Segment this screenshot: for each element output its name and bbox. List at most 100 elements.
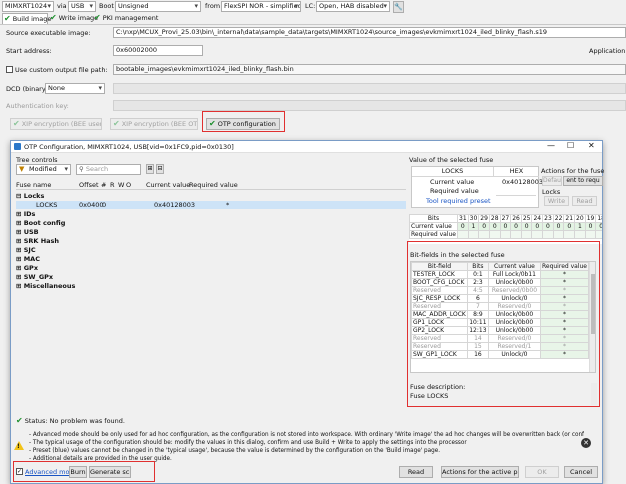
xip-encryption-otpmk-button[interactable]: ✔XIP encryption (BEE OTPMK) xyxy=(110,118,198,130)
bitfield-row[interactable]: Reserved 4:5 Reserved/0b00 * xyxy=(411,286,590,295)
minimize-icon[interactable]: — xyxy=(547,141,555,151)
generate-script-button[interactable]: Generate script xyxy=(89,466,131,478)
col-required-value[interactable]: Required value xyxy=(189,180,238,190)
bitfield-required[interactable]: * xyxy=(539,270,590,279)
bf-col-bits[interactable]: Bits xyxy=(466,262,489,271)
actions-active-page-button[interactable]: Actions for the active page xyxy=(441,466,519,478)
read-button[interactable]: Read xyxy=(572,196,597,206)
bitfield-row[interactable]: SW_GP1_LOCK 16 Unlock/0 * xyxy=(411,350,590,359)
boot-memory-select[interactable]: FlexSPI NOR - simplified xyxy=(221,1,301,12)
bitfield-row[interactable]: MAC_ADDR_LOCK 8:9 Unlock/0b00 * xyxy=(411,310,590,319)
bitfield-required[interactable]: * xyxy=(539,278,590,287)
filter-select[interactable]: ▼ Modified xyxy=(16,164,71,175)
bit-required-value[interactable] xyxy=(542,230,554,239)
expand-icon[interactable]: ⊞ xyxy=(16,282,21,290)
bit-required-value[interactable] xyxy=(510,230,522,239)
tree-group-mac[interactable]: ⊞ MAC xyxy=(16,255,40,263)
expand-icon[interactable]: ⊞ xyxy=(16,255,21,263)
tab-pki-management[interactable]: ✔ PKI management xyxy=(94,13,158,24)
cancel-button[interactable]: Cancel xyxy=(564,466,598,478)
xip-encryption-user-keys-button[interactable]: ✔XIP encryption (BEE user keys) xyxy=(10,118,102,130)
bitfield-row[interactable]: BOOT_CFG_LOCK 2:3 Unlock/0b00 * xyxy=(411,278,590,287)
expand-all-icon[interactable]: ⊞ xyxy=(146,164,154,174)
bitfield-required[interactable]: * xyxy=(539,350,590,359)
bitfield-required[interactable]: * xyxy=(539,286,590,295)
bit-required-value[interactable] xyxy=(457,230,469,239)
tree-group-sjc[interactable]: ⊞ SJC xyxy=(16,246,36,254)
burn-button[interactable]: Burn xyxy=(69,466,87,478)
bit-required-value[interactable] xyxy=(595,230,602,239)
custom-output-input[interactable]: bootable_images\evkmimxrt1024_iled_blink… xyxy=(113,64,626,75)
expand-icon[interactable]: ⊞ xyxy=(16,264,21,272)
bitfield-row[interactable]: SJC_RESP_LOCK 6 Unlock/0 * xyxy=(411,294,590,303)
otp-configuration-button[interactable]: ✔ OTP configuration xyxy=(206,118,280,130)
bitfields-scrollbar[interactable] xyxy=(589,262,595,372)
maximize-icon[interactable]: ☐ xyxy=(567,141,574,151)
collapse-all-icon[interactable]: ⊟ xyxy=(156,164,164,174)
wrench-icon[interactable]: 🔧 xyxy=(393,1,404,13)
bit-required-value[interactable] xyxy=(478,230,490,239)
source-image-input[interactable]: C:\nxp\MCUX_Provi_25.03\bin\_internal\da… xyxy=(113,27,626,38)
bitfield-row[interactable]: Reserved 15 Reserved/1 * xyxy=(411,342,590,351)
boot-type-select[interactable]: Unsigned xyxy=(115,1,201,12)
col-current-value[interactable]: Current value xyxy=(146,180,190,190)
tree-group-usb[interactable]: ⊞ USB xyxy=(16,228,39,236)
set-to-required-button[interactable]: ent to requ xyxy=(563,176,603,186)
bitfield-required[interactable]: * xyxy=(539,302,590,311)
bitfield-row[interactable]: GP2_LOCK 12:13 Unlock/0b00 * xyxy=(411,326,590,335)
bit-required-value[interactable] xyxy=(574,230,586,239)
col-write[interactable]: W xyxy=(118,180,124,190)
tree-group-boot-config[interactable]: ⊞ Boot config xyxy=(16,219,65,227)
expand-icon[interactable]: ⊞ xyxy=(16,228,21,236)
bitfield-row[interactable]: Reserved 14 Reserved/0 * xyxy=(411,334,590,343)
start-address-input[interactable]: 0x60002000 xyxy=(113,45,203,56)
expand-icon[interactable]: ⊞ xyxy=(16,210,21,218)
expand-icon[interactable]: ⊞ xyxy=(16,219,21,227)
tab-build-image[interactable]: ✔ Build image xyxy=(2,13,51,24)
tree-group-locks[interactable]: ⊟ Locks xyxy=(16,192,44,200)
required-value-input[interactable] xyxy=(496,187,536,196)
collapse-icon[interactable]: ⊟ xyxy=(16,192,21,200)
write-button[interactable]: Write xyxy=(544,196,569,206)
col-o[interactable]: O xyxy=(126,180,131,190)
bit-required-value[interactable] xyxy=(563,230,576,239)
bit-required-value[interactable] xyxy=(520,230,533,239)
expand-icon[interactable]: ⊞ xyxy=(16,246,21,254)
bf-col-required[interactable]: Required value xyxy=(539,262,590,271)
tree-group-miscellaneous[interactable]: ⊞ Miscellaneous xyxy=(16,282,75,290)
description-scrollbar[interactable] xyxy=(591,383,597,405)
bitfield-row[interactable]: GP1_LOCK 10:11 Unlock/0b00 * xyxy=(411,318,590,327)
custom-output-checkbox[interactable]: Use custom output file path: xyxy=(6,65,108,75)
default-button[interactable]: Default xyxy=(542,176,562,186)
interface-select[interactable]: USB xyxy=(68,1,96,12)
tree-row-locks[interactable]: LOCKS 0x0400 0 0x40128003 * xyxy=(16,201,406,209)
tree-group-ids[interactable]: ⊞ IDs xyxy=(16,210,35,218)
bitfield-required[interactable]: * xyxy=(539,326,590,335)
bit-required-value[interactable] xyxy=(531,230,544,239)
bitfield-required[interactable]: * xyxy=(539,294,590,303)
tree-group-srk-hash[interactable]: ⊞ SRK Hash xyxy=(16,237,59,245)
col-number[interactable]: # xyxy=(101,180,106,190)
bitfield-required[interactable]: * xyxy=(539,334,590,343)
close-icon[interactable]: ✕ xyxy=(588,141,595,151)
bitfield-required[interactable]: * xyxy=(539,310,590,319)
expand-icon[interactable]: ⊞ xyxy=(16,273,21,281)
bitfield-required[interactable]: * xyxy=(539,318,590,327)
bit-required-value[interactable] xyxy=(584,230,597,239)
expand-icon[interactable]: ⊞ xyxy=(16,237,21,245)
tree-group-gpx[interactable]: ⊞ GPx xyxy=(16,264,38,272)
bf-col-current[interactable]: Current value xyxy=(487,262,541,271)
dismiss-notes-icon[interactable]: ✕ xyxy=(581,438,591,448)
bf-col-name[interactable]: Bit-field xyxy=(411,262,468,271)
col-fuse-name[interactable]: Fuse name xyxy=(16,180,51,190)
bit-required-value[interactable] xyxy=(552,230,565,239)
read-all-button[interactable]: Read xyxy=(399,466,433,478)
ok-button[interactable]: OK xyxy=(525,466,559,478)
tab-write-image[interactable]: ✔ Write image xyxy=(50,13,98,24)
bitfield-row[interactable]: Reserved 7 Reserved/0 * xyxy=(411,302,590,311)
tree-group-sw-gpx[interactable]: ⊞ SW_GPx xyxy=(16,273,53,281)
col-offset[interactable]: Offset xyxy=(79,180,99,190)
bitfield-required[interactable]: * xyxy=(539,342,590,351)
bitfield-row[interactable]: TESTER_LOCK 0:1 Full Lock/0b11 * xyxy=(411,270,590,279)
col-read[interactable]: R xyxy=(110,180,115,190)
